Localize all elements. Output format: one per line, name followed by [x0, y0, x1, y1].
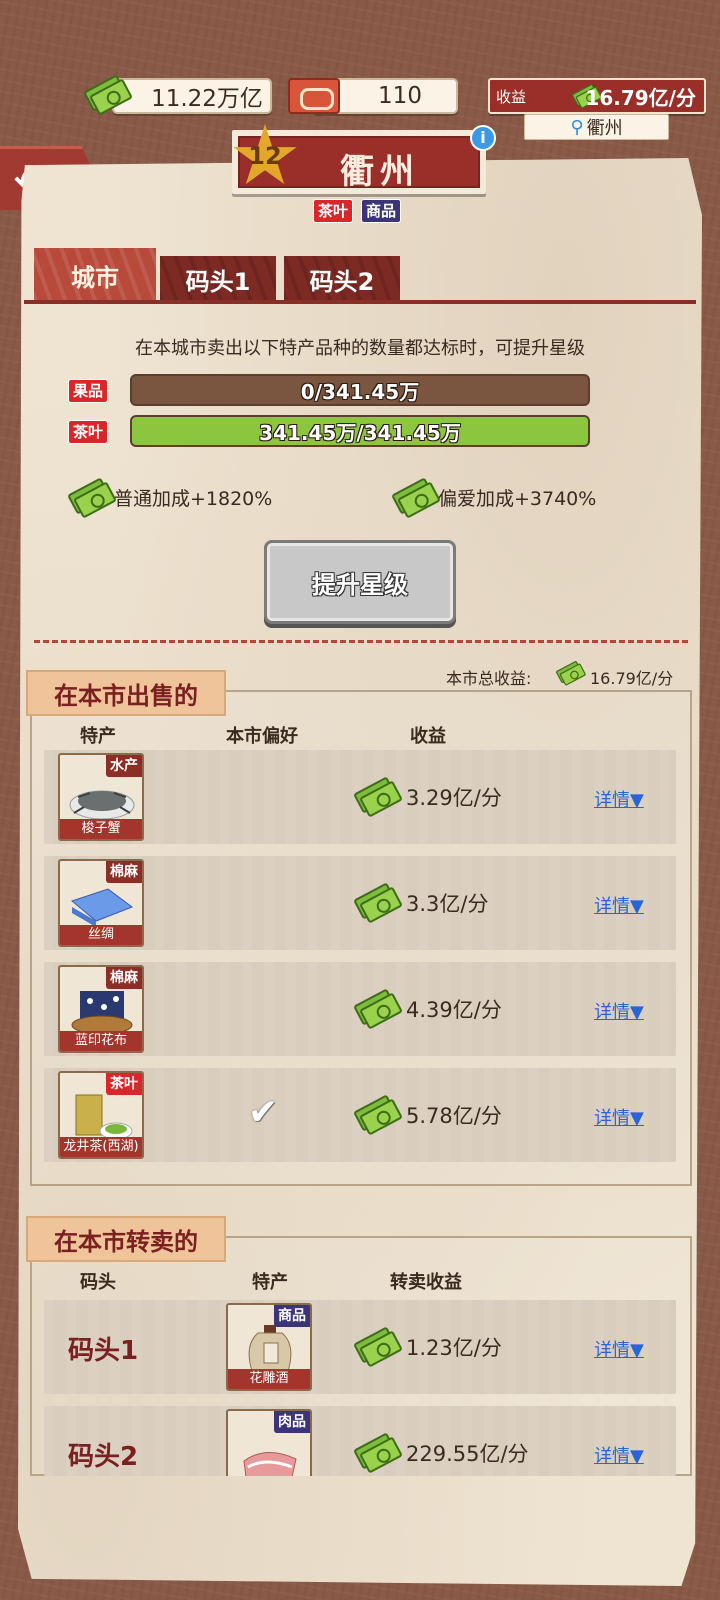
- detail-link[interactable]: 详情▼: [594, 1442, 644, 1468]
- normal-bonus: 普通加成+1820%: [114, 488, 273, 510]
- income-label: 收益: [496, 87, 527, 106]
- total-income-label: 本市总收益:: [446, 669, 532, 688]
- product-category: 棉麻: [106, 861, 142, 883]
- product-name: 蓝印花布: [60, 1031, 142, 1051]
- crab-image: [69, 790, 135, 820]
- location-label[interactable]: ⚲ 衢州: [524, 114, 669, 140]
- product-name: 丝绸: [60, 925, 142, 945]
- cash-icon: [67, 475, 117, 519]
- column-header: 特产: [80, 726, 116, 747]
- resale-income: 229.55亿/分: [406, 1442, 529, 1466]
- detail-link[interactable]: 详情▼: [594, 786, 644, 812]
- column-header: 转卖收益: [390, 1272, 462, 1293]
- progress-bar: 341.45万/341.45万: [130, 415, 590, 447]
- location-pin-icon: ⚲: [570, 116, 584, 138]
- cash-icon: [353, 1092, 403, 1136]
- tab-dock-2[interactable]: 码头2: [284, 256, 400, 302]
- cash-icon: [353, 774, 403, 818]
- detail-link[interactable]: 详情▼: [594, 1336, 644, 1362]
- cash-icon: [353, 986, 403, 1030]
- product-row: 茶叶 龙井茶(西湖) ✔ 5.78亿/分 详情▼: [44, 1068, 676, 1162]
- info-icon[interactable]: i: [470, 125, 496, 151]
- selling-section-title: 在本市出售的: [26, 670, 226, 716]
- resale-row: 码头1 商品 花雕酒 1.23亿/分 详情▼: [44, 1300, 676, 1394]
- meat-image: [243, 1452, 297, 1476]
- product-category: 棉麻: [106, 967, 142, 989]
- column-header: 收益: [410, 726, 446, 747]
- column-header: 特产: [252, 1272, 288, 1293]
- income-display[interactable]: 收益 16.79亿/分: [488, 78, 706, 114]
- upgrade-requirement-text: 在本城市卖出以下特产品种的数量都达标时，可提升星级: [135, 338, 585, 359]
- city-level: 12: [248, 142, 282, 170]
- product-category: 肉品: [274, 1411, 310, 1433]
- dock-label: 码头2: [68, 1442, 139, 1472]
- income-value: 16.79亿/分: [585, 85, 696, 110]
- location-name: 衢州: [586, 118, 623, 139]
- progress-text: 0/341.45万: [300, 379, 420, 404]
- requirement-tag: 茶叶: [68, 420, 109, 444]
- requirement-tag: 果品: [68, 379, 109, 403]
- favor-bonus: 偏爱加成+3740%: [438, 488, 597, 510]
- product-income: 4.39亿/分: [406, 998, 502, 1022]
- city-tag: 商品: [361, 199, 402, 223]
- huadiao-wine-image: [248, 1325, 292, 1372]
- divider: [34, 640, 688, 643]
- product-thumbnail[interactable]: 棉麻 丝绸: [58, 859, 144, 947]
- resale-section-title: 在本市转卖的: [26, 1216, 226, 1262]
- total-income-value: 16.79亿/分: [590, 669, 674, 688]
- product-thumbnail[interactable]: 肉品: [226, 1409, 312, 1476]
- product-thumbnail[interactable]: 商品 花雕酒: [226, 1303, 312, 1391]
- cash-icon: [353, 1430, 403, 1474]
- cash-value: 11.22万亿: [151, 86, 263, 112]
- cash-heart-icon: [391, 475, 441, 519]
- city-title-banner: 衢州 12: [232, 124, 486, 194]
- progress-text: 341.45万/341.45万: [259, 420, 461, 445]
- longjing-tea-image: [75, 1094, 133, 1140]
- cash-display: 11.22万亿: [112, 78, 272, 114]
- preferred-check-icon: ✔: [248, 1092, 279, 1133]
- product-thumbnail[interactable]: 茶叶 龙井茶(西湖): [58, 1071, 144, 1159]
- dock-label: 码头1: [68, 1336, 139, 1366]
- resale-income: 1.23亿/分: [406, 1336, 502, 1360]
- city-tag: 茶叶: [313, 199, 354, 223]
- tab-underline: [24, 300, 696, 304]
- product-thumbnail[interactable]: 水产 梭子蟹: [58, 753, 144, 841]
- city-name: 衢州: [340, 152, 420, 192]
- resale-row: 码头2 肉品 229.55亿/分 详情▼: [44, 1406, 676, 1476]
- upgrade-star-button[interactable]: 提升星级: [264, 540, 456, 624]
- product-income: 5.78亿/分: [406, 1104, 502, 1128]
- tab-city[interactable]: 城市: [34, 248, 156, 302]
- product-category: 茶叶: [106, 1073, 142, 1095]
- product-name: 梭子蟹: [60, 819, 142, 839]
- detail-link[interactable]: 详情▼: [594, 892, 644, 918]
- detail-link[interactable]: 详情▼: [594, 1104, 644, 1130]
- total-income: 本市总收益:: [446, 665, 531, 689]
- cash-icon: [353, 1324, 403, 1368]
- column-header: 码头: [80, 1272, 116, 1293]
- product-thumbnail[interactable]: 棉麻 蓝印花布: [58, 965, 144, 1053]
- product-income: 3.29亿/分: [406, 786, 502, 810]
- cash-icon: [555, 659, 587, 687]
- progress-bar: 0/341.45万: [130, 374, 590, 406]
- ticket-value: 110: [378, 83, 422, 109]
- product-name: 花雕酒: [228, 1369, 310, 1389]
- detail-link[interactable]: 详情▼: [594, 998, 644, 1024]
- tab-dock-1[interactable]: 码头1: [160, 256, 276, 302]
- cash-icon: [83, 72, 133, 116]
- product-row: 水产 梭子蟹 3.29亿/分 详情▼: [44, 750, 676, 844]
- ticket-icon: [288, 78, 340, 114]
- product-row: 棉麻 丝绸 3.3亿/分 详情▼: [44, 856, 676, 950]
- cash-icon: [353, 880, 403, 924]
- product-category: 商品: [274, 1305, 310, 1327]
- silk-image: [70, 888, 134, 927]
- product-category: 水产: [106, 755, 142, 777]
- column-header: 本市偏好: [226, 726, 298, 747]
- product-row: 棉麻 蓝印花布 4.39亿/分 详情▼: [44, 962, 676, 1056]
- product-income: 3.3亿/分: [406, 892, 489, 916]
- product-name: 龙井茶(西湖): [60, 1137, 142, 1157]
- blue-print-cloth-image: [71, 991, 133, 1035]
